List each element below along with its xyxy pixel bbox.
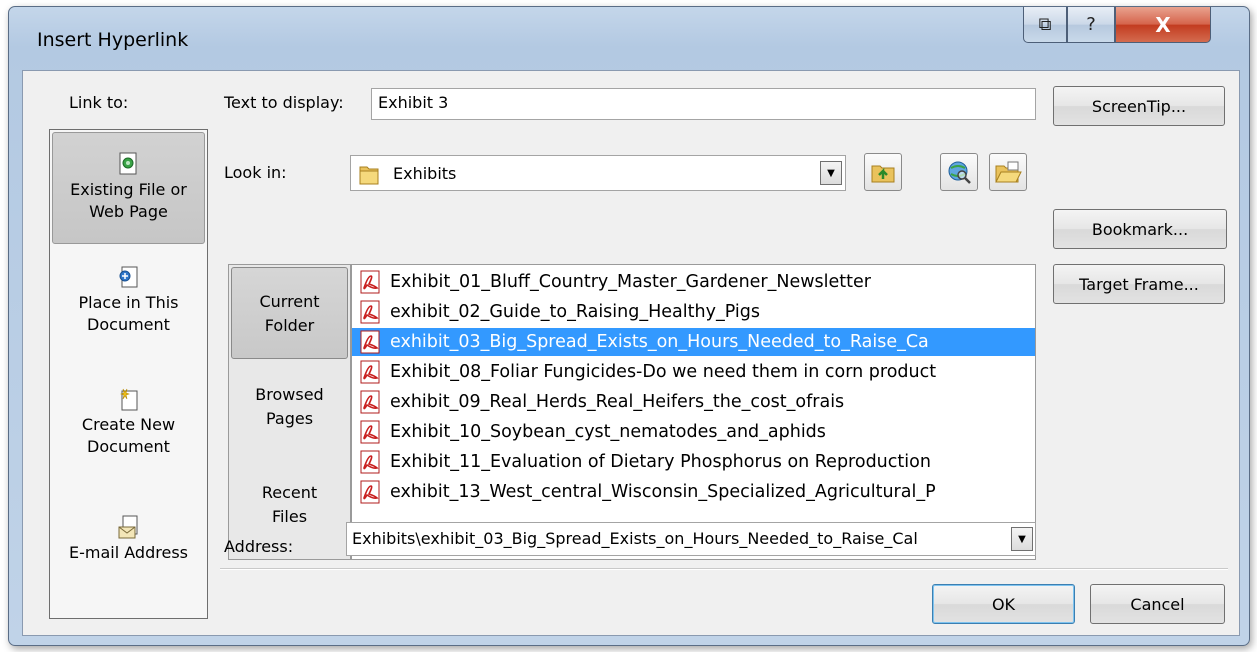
browse-file-button[interactable]	[989, 153, 1027, 191]
bookmark-button-label: Bookmark...	[1091, 219, 1189, 239]
close-button[interactable]: X	[1115, 7, 1211, 43]
address-value: Exhibits\exhibit_03_Big_Spread_Exists_on…	[352, 529, 918, 548]
link-place-label-2: Document	[87, 315, 170, 334]
email-icon	[118, 515, 137, 539]
file-list-item[interactable]: Exhibit_01_Bluff_Country_Master_Gardener…	[352, 268, 1035, 296]
dialog-client-area: Link to: Existing File or Web Page Place…	[22, 70, 1240, 636]
link-place-label-1: Place in This	[78, 293, 179, 312]
target-frame-button[interactable]: Target Frame...	[1053, 264, 1225, 304]
file-name: exhibit_02_Guide_to_Raising_Healthy_Pigs	[390, 302, 760, 322]
existing-file-icon	[119, 152, 136, 175]
help-button[interactable]: ?	[1067, 7, 1115, 43]
tab-current-folder-label-1: Current	[259, 292, 320, 311]
pdf-icon	[360, 450, 380, 474]
pdf-icon	[360, 390, 380, 414]
text-to-display-input[interactable]: Exhibit 3	[371, 88, 1036, 120]
address-combobox[interactable]: Exhibits\exhibit_03_Big_Spread_Exists_on…	[346, 522, 1036, 556]
file-name: exhibit_09_Real_Herds_Real_Heifers_the_c…	[390, 392, 845, 412]
address-dropdown-button[interactable]: ▼	[1011, 527, 1033, 551]
file-list-item[interactable]: Exhibit_10_Soybean_cyst_nematodes_and_ap…	[352, 418, 1035, 446]
text-to-display-label: Text to display:	[224, 93, 344, 112]
place-in-document-icon	[119, 266, 137, 288]
chevron-down-icon: ▼	[1018, 533, 1026, 545]
folder-icon	[359, 166, 379, 185]
link-email-address[interactable]: E-mail Address	[52, 514, 205, 564]
browse-tabs: Current Folder Browsed Pages Recent File…	[228, 264, 351, 560]
file-name: exhibit_03_Big_Spread_Exists_on_Hours_Ne…	[390, 332, 929, 352]
globe-search-icon	[948, 161, 971, 184]
tab-browsed-pages[interactable]: Browsed Pages	[231, 383, 348, 453]
restore-button[interactable]: ⧉	[1023, 7, 1067, 43]
pdf-icon	[360, 270, 380, 294]
link-place-in-document[interactable]: Place in This Document	[52, 264, 205, 336]
pdf-icon	[360, 300, 380, 324]
link-to-bar: Existing File or Web Page Place in This …	[49, 129, 208, 619]
pdf-icon	[360, 330, 380, 354]
address-label: Address:	[224, 537, 294, 556]
link-existing-file[interactable]: Existing File or Web Page	[52, 132, 205, 244]
help-icon: ?	[1086, 14, 1096, 35]
browse-web-button[interactable]	[940, 153, 978, 191]
link-create-new-document[interactable]: Create New Document	[52, 386, 205, 458]
pdf-icon	[360, 480, 380, 504]
open-folder-icon	[995, 161, 1022, 183]
up-folder-icon	[871, 165, 895, 183]
link-email-label: E-mail Address	[69, 543, 188, 562]
tab-current-folder-label-2: Folder	[264, 316, 315, 335]
link-create-label-1: Create New	[81, 415, 176, 434]
chevron-down-icon: ▼	[827, 167, 835, 179]
look-in-combobox[interactable]: Exhibits ▼	[350, 155, 846, 191]
restore-icon: ⧉	[1038, 14, 1052, 35]
file-name: Exhibit_11_Evaluation of Dietary Phospho…	[390, 452, 931, 472]
dialog-title: Insert Hyperlink	[37, 29, 189, 51]
cancel-button[interactable]: Cancel	[1090, 584, 1225, 624]
look-in-label: Look in:	[224, 163, 287, 182]
ok-button[interactable]: OK	[932, 584, 1075, 624]
link-existing-file-label-2: Web Page	[89, 202, 168, 221]
file-name: Exhibit_08_Foliar Fungicides-Do we need …	[390, 362, 937, 382]
new-document-icon	[119, 388, 137, 411]
file-name: exhibit_13_West_central_Wisconsin_Specia…	[390, 482, 936, 502]
screentip-button[interactable]: ScreenTip...	[1053, 86, 1225, 126]
tab-current-folder[interactable]: Current Folder	[231, 267, 348, 359]
link-create-label-2: Document	[87, 437, 170, 456]
file-list-item[interactable]: exhibit_13_West_central_Wisconsin_Specia…	[352, 478, 1035, 506]
link-existing-file-label-1: Existing File or	[70, 180, 187, 199]
file-list[interactable]: Exhibit_01_Bluff_Country_Master_Gardener…	[351, 264, 1036, 560]
insert-hyperlink-dialog: Insert Hyperlink ⧉ ? X Link to: Existing…	[8, 6, 1250, 646]
file-list-item[interactable]: exhibit_09_Real_Herds_Real_Heifers_the_c…	[352, 388, 1035, 416]
look-in-value: Exhibits	[393, 164, 457, 183]
file-name: Exhibit_01_Bluff_Country_Master_Gardener…	[390, 272, 871, 292]
file-list-item[interactable]: Exhibit_08_Foliar Fungicides-Do we need …	[352, 358, 1035, 386]
close-icon: X	[1155, 12, 1171, 37]
file-list-item[interactable]: Exhibit_11_Evaluation of Dietary Phospho…	[352, 448, 1035, 476]
look-in-dropdown-button[interactable]: ▼	[820, 161, 842, 185]
separator	[220, 568, 1228, 570]
tab-browsed-pages-label-1: Browsed	[255, 385, 324, 404]
file-list-item[interactable]: exhibit_02_Guide_to_Raising_Healthy_Pigs	[352, 298, 1035, 326]
bookmark-button[interactable]: Bookmark...	[1053, 209, 1227, 249]
up-one-folder-button[interactable]	[864, 153, 902, 191]
pdf-icon	[360, 420, 380, 444]
tab-recent-files-label-2: Files	[271, 507, 308, 526]
pdf-icon	[360, 360, 380, 384]
tab-recent-files-label-1: Recent	[261, 483, 318, 502]
tab-browsed-pages-label-2: Pages	[265, 409, 314, 428]
link-to-label: Link to:	[69, 93, 129, 112]
file-list-item-selected[interactable]: exhibit_03_Big_Spread_Exists_on_Hours_Ne…	[352, 328, 1035, 356]
file-name: Exhibit_10_Soybean_cyst_nematodes_and_ap…	[390, 422, 826, 442]
